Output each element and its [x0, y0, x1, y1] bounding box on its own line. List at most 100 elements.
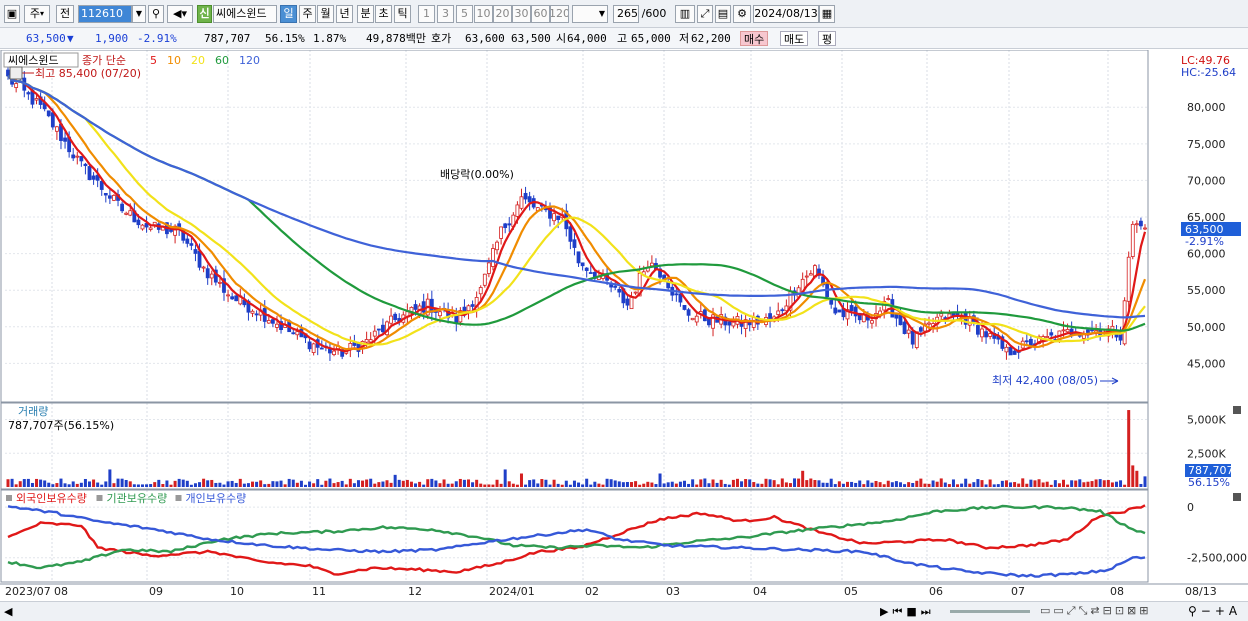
- period-tab-1[interactable]: 주: [299, 5, 316, 23]
- candle-body: [588, 272, 593, 274]
- period-tab-6[interactable]: 틱: [394, 5, 411, 23]
- playback-controls-icon[interactable]: ▶⏮■⏭: [880, 605, 935, 619]
- volume-bar: [1102, 480, 1106, 487]
- sell-button[interactable]: 매도: [780, 31, 809, 46]
- volume-bar: [829, 478, 833, 487]
- volume-bar: [1013, 482, 1017, 487]
- eval-button[interactable]: 평: [818, 31, 837, 46]
- interval-button-5[interactable]: 5: [456, 5, 473, 23]
- volume-bar: [756, 483, 760, 487]
- interval-button-120[interactable]: 120: [550, 5, 569, 23]
- settings-icon[interactable]: ⚙: [733, 5, 751, 23]
- volume-bar: [740, 481, 744, 487]
- interval-button-30[interactable]: 30: [512, 5, 531, 23]
- period-select[interactable]: 주 ▾: [24, 5, 50, 23]
- save-icon[interactable]: ▤: [715, 5, 731, 23]
- candle-body: [136, 219, 141, 226]
- period-tab-0[interactable]: 일: [280, 5, 297, 23]
- volume-bar: [173, 480, 177, 487]
- volume-bar: [540, 479, 544, 487]
- code-dropdown-icon[interactable]: ▼: [132, 5, 146, 23]
- zoom-controls-icon[interactable]: ⚲−+A: [1188, 604, 1241, 618]
- interval-button-1[interactable]: 1: [418, 5, 435, 23]
- interval-dropdown[interactable]: ▼: [572, 5, 608, 23]
- volume-bar: [446, 483, 450, 487]
- candle-body: [527, 196, 532, 203]
- candle-body: [780, 309, 785, 312]
- drawing-tool-icon[interactable]: ⤢: [697, 5, 713, 23]
- chart-menu-icon[interactable]: ▣: [4, 5, 20, 23]
- candle-body: [707, 318, 711, 326]
- volume-bar: [809, 478, 813, 487]
- search-icon[interactable]: ⚲: [148, 5, 164, 23]
- holding-panel-close-icon[interactable]: [1233, 493, 1241, 501]
- volume-bar: [691, 479, 695, 487]
- volume-bar: [572, 480, 576, 487]
- interval-button-20[interactable]: 20: [493, 5, 512, 23]
- volume-bar: [340, 480, 344, 487]
- buy-button[interactable]: 매수: [740, 31, 769, 46]
- candle-body: [478, 287, 483, 295]
- volume-bar: [564, 480, 568, 487]
- volume-bar: [430, 478, 434, 487]
- bar-max-label: /600: [641, 7, 667, 20]
- prev-button[interactable]: 전: [56, 5, 74, 23]
- ask-label: 호가: [431, 32, 452, 45]
- volume-bar: [996, 484, 1000, 487]
- candle-body: [1086, 329, 1090, 333]
- period-tab-4[interactable]: 분: [357, 5, 374, 23]
- candle-body: [617, 288, 622, 293]
- candle-body: [482, 273, 487, 286]
- volume-bar: [132, 484, 136, 487]
- candle-body: [197, 250, 202, 268]
- volume-bar: [422, 484, 426, 487]
- volume-bar: [356, 480, 360, 487]
- volume-bar: [609, 479, 613, 487]
- bar-count-input[interactable]: 265: [613, 5, 639, 23]
- volume-bar: [112, 483, 116, 487]
- interval-button-60[interactable]: 60: [531, 5, 550, 23]
- sound-icon[interactable]: ◀▾: [167, 5, 193, 23]
- candle-body: [988, 333, 993, 337]
- candle-type-icon[interactable]: ▥: [675, 5, 695, 23]
- volume-bar: [63, 483, 67, 487]
- volume-bar: [246, 483, 250, 487]
- volume-bar: [242, 483, 246, 487]
- chart-scrollbar[interactable]: ◀ ▶⏮■⏭ ▭▭⤢⤡⇄⊟⊡⊠⊞ ⚲−+A: [0, 601, 1248, 621]
- volume-bar: [903, 484, 907, 487]
- volume-bar: [768, 479, 772, 487]
- interval-button-10[interactable]: 10: [474, 5, 493, 23]
- period-tab-2[interactable]: 월: [317, 5, 334, 23]
- x-tick-label: 08: [54, 585, 68, 598]
- period-tab-3[interactable]: 년: [336, 5, 353, 23]
- date-input[interactable]: 2024/08/13: [753, 5, 819, 23]
- scroll-left-icon[interactable]: ◀: [4, 605, 12, 618]
- volume-bar: [776, 484, 780, 487]
- candle-body: [6, 69, 10, 77]
- volume-bar: [919, 478, 923, 487]
- volume-bar: [715, 482, 719, 487]
- x-tick-label: 09: [149, 585, 163, 598]
- stock-code-input[interactable]: 112610: [78, 5, 132, 23]
- candle-body: [523, 192, 528, 200]
- chart-tools-icon[interactable]: ▭▭⤢⤡⇄⊟⊡⊠⊞: [1040, 604, 1151, 618]
- calendar-icon[interactable]: ▦: [819, 5, 835, 23]
- x-tick-label: 04: [753, 585, 767, 598]
- candle-body: [690, 317, 695, 321]
- volume-bar: [1119, 480, 1123, 487]
- legend-grid-icon[interactable]: [9, 66, 23, 80]
- zoom-slider[interactable]: [950, 610, 1030, 613]
- interval-button-3[interactable]: 3: [437, 5, 454, 23]
- volume-bar: [980, 480, 984, 487]
- candle-body: [808, 273, 813, 276]
- volume-panel-close-icon[interactable]: [1233, 406, 1241, 414]
- candle-body: [776, 310, 781, 315]
- volume-bar: [96, 482, 100, 487]
- volume-bar: [55, 483, 59, 487]
- candle-body: [376, 328, 381, 331]
- period-tab-5[interactable]: 초: [375, 5, 392, 23]
- candle-body: [886, 298, 891, 300]
- volume-bar: [764, 478, 768, 487]
- volume-bar: [214, 482, 218, 487]
- candle-body: [46, 110, 51, 117]
